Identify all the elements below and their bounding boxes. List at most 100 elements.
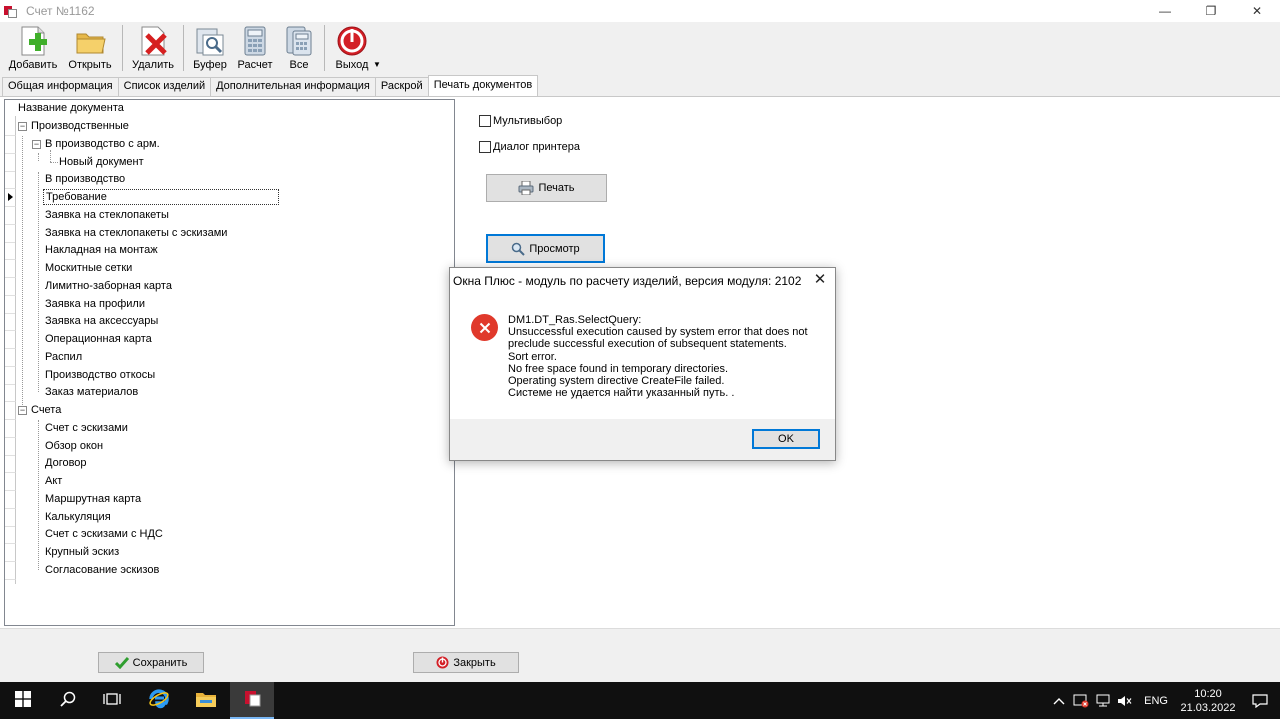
add-document-icon <box>16 25 50 57</box>
error-icon <box>471 314 498 341</box>
delete-button[interactable]: Удалить <box>127 22 179 74</box>
tree-row[interactable]: Согласование эскизов <box>5 562 454 580</box>
dialog-message-line: Unsuccessful execution caused by system … <box>508 326 808 339</box>
tree-row[interactable]: Производство откосы <box>5 367 454 385</box>
tree-row[interactable]: − Счета <box>5 402 454 420</box>
collapse-icon[interactable]: − <box>32 140 41 149</box>
tab-cutting[interactable]: Раскрой <box>374 77 429 96</box>
preview-button[interactable]: Просмотр <box>486 234 605 263</box>
tree-row[interactable]: Счет с эскизами <box>5 420 454 438</box>
tree-row[interactable]: Заказ материалов <box>5 384 454 402</box>
dialog-title: Окна Плюс - модуль по расчету изделий, в… <box>453 274 803 288</box>
tree-row[interactable]: Новый документ <box>5 154 454 172</box>
tree-row[interactable]: Маршрутная карта <box>5 491 454 509</box>
start-button[interactable] <box>0 682 46 719</box>
ok-button[interactable]: OK <box>752 429 820 449</box>
exit-dropdown-arrow-icon[interactable]: ▼ <box>373 60 381 69</box>
tree-column-header: Название документа <box>18 102 124 114</box>
tree-row-selected[interactable]: Требование <box>5 189 454 207</box>
maximize-button[interactable]: ❐ <box>1188 0 1234 22</box>
dialog-message-line: DM1.DT_Ras.SelectQuery: <box>508 314 642 326</box>
minimize-button[interactable]: — <box>1142 0 1188 22</box>
tree-row[interactable]: Заявка на аксессуары <box>5 313 454 331</box>
tree-item-label: Распил <box>45 351 83 363</box>
tab-print-documents[interactable]: Печать документов <box>427 75 539 96</box>
tree-item-label: Заказ материалов <box>45 386 139 398</box>
tree-row[interactable]: − В производство с арм. <box>5 136 454 154</box>
tree-row[interactable]: В производство <box>5 171 454 189</box>
tree-row[interactable]: Заявка на стеклопакеты <box>5 207 454 225</box>
collapse-icon[interactable]: − <box>18 122 27 131</box>
tree-row[interactable]: Москитные сетки <box>5 260 454 278</box>
network-icon[interactable] <box>1092 682 1114 719</box>
security-alert-icon[interactable] <box>1070 682 1092 719</box>
taskbar: ENG 10:20 21.03.2022 <box>0 682 1280 719</box>
dialog-message: DM1.DT_Ras.SelectQuery: Unsuccessful exe… <box>508 314 808 399</box>
tab-additional-info[interactable]: Дополнительная информация <box>210 77 376 96</box>
close-button[interactable]: Закрыть <box>413 652 519 673</box>
dialog-message-line: Operating system directive CreateFile fa… <box>508 375 725 388</box>
tree-row[interactable]: Обзор окон <box>5 438 454 456</box>
printer-icon <box>518 181 534 195</box>
taskbar-app-active[interactable] <box>230 682 274 719</box>
open-button[interactable]: Открыть <box>62 22 118 74</box>
task-view-icon <box>103 691 121 710</box>
printer-dialog-option[interactable]: Диалог принтера <box>479 141 580 153</box>
taskbar-explorer[interactable] <box>184 682 228 719</box>
tree-row[interactable]: Счет с эскизами с НДС <box>5 526 454 544</box>
magnifier-icon <box>511 242 526 256</box>
error-dialog: Окна Плюс - модуль по расчету изделий, в… <box>449 267 836 461</box>
language-indicator[interactable]: ENG <box>1144 695 1168 707</box>
all-button[interactable]: Все <box>278 22 320 74</box>
chevron-up-icon[interactable] <box>1048 682 1070 719</box>
buffer-label: Буфер <box>193 59 227 71</box>
tree-row[interactable]: Накладная на монтаж <box>5 242 454 260</box>
multiselect-option[interactable]: Мультивыбор <box>479 115 562 127</box>
notifications-icon[interactable] <box>1240 682 1280 719</box>
taskbar-ie[interactable] <box>137 682 181 719</box>
tree-item-label: Требование <box>43 189 279 205</box>
print-button[interactable]: Печать <box>486 174 607 202</box>
buffer-button[interactable]: Буфер <box>188 22 232 74</box>
multiselect-label: Мультивыбор <box>493 115 563 127</box>
tree-row[interactable]: − Производственные <box>5 118 454 136</box>
tree-row[interactable]: Заявка на стеклопакеты с эскизами <box>5 225 454 243</box>
exit-button[interactable]: Выход <box>329 22 375 74</box>
volume-muted-icon[interactable] <box>1114 682 1136 719</box>
add-button[interactable]: Добавить <box>4 22 62 74</box>
save-button-label: Сохранить <box>132 656 188 669</box>
tree-row[interactable]: Крупный эскиз <box>5 544 454 562</box>
tree-row[interactable]: Лимитно-заборная карта <box>5 278 454 296</box>
tab-product-list[interactable]: Список изделий <box>117 77 212 96</box>
document-tree[interactable]: Название документа − Производственные − … <box>4 99 455 626</box>
toolbar: Добавить Открыть Удалить Буфер Расчет Вс… <box>0 22 1280 74</box>
printer-dialog-checkbox[interactable] <box>479 141 491 153</box>
toolbar-separator <box>183 25 184 71</box>
all-label: Все <box>289 59 309 71</box>
search-button[interactable] <box>46 682 90 719</box>
calc-button[interactable]: Расчет <box>232 22 278 74</box>
clock[interactable]: 10:20 21.03.2022 <box>1176 687 1240 715</box>
tree-row[interactable]: Калькуляция <box>5 509 454 527</box>
tree-item-label: Крупный эскиз <box>45 546 120 558</box>
tab-general-info[interactable]: Общая информация <box>2 77 119 96</box>
task-view-button[interactable] <box>90 682 134 719</box>
tree-row[interactable]: Распил <box>5 349 454 367</box>
dialog-message-line: Системе не удается найти указанный путь.… <box>508 387 735 400</box>
app-icon <box>4 5 17 18</box>
collapse-icon[interactable]: − <box>18 406 27 415</box>
multiselect-checkbox[interactable] <box>479 115 491 127</box>
windows-icon <box>15 691 31 710</box>
close-window-button[interactable]: ✕ <box>1234 0 1280 22</box>
tree-item-label: Заявка на профили <box>45 298 145 310</box>
tree-row[interactable]: Заявка на профили <box>5 296 454 314</box>
add-label: Добавить <box>8 59 58 71</box>
file-explorer-icon <box>195 690 217 711</box>
tree-item-label: Заявка на стеклопакеты <box>45 209 169 221</box>
tree-item-label: Согласование эскизов <box>45 564 160 576</box>
tree-row[interactable]: Операционная карта <box>5 331 454 349</box>
tree-row[interactable]: Акт <box>5 473 454 491</box>
save-button[interactable]: Сохранить <box>98 652 204 673</box>
dialog-close-button[interactable]: ✕ <box>811 271 829 289</box>
tree-row[interactable]: Договор <box>5 455 454 473</box>
